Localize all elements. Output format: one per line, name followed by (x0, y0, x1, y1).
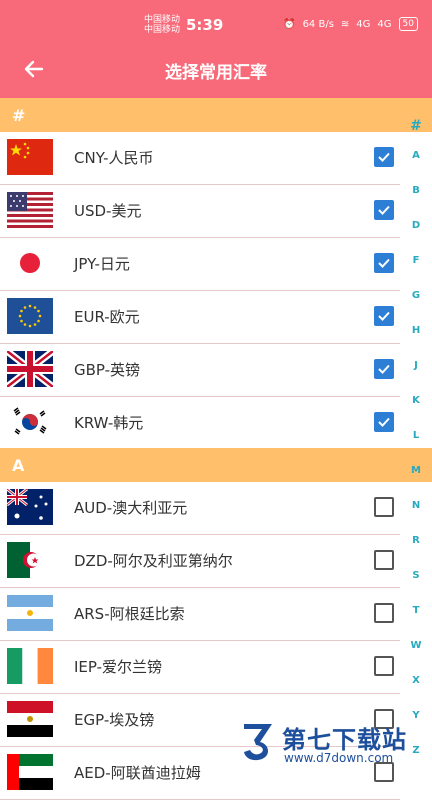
watermark-logo-icon (240, 720, 276, 764)
checkbox[interactable] (374, 359, 394, 379)
index-letter[interactable]: R (400, 523, 432, 558)
status-icons: ⏰ 64 B/s ≋ 4G 4G 50 (283, 17, 418, 31)
app-header: 选择常用汇率 (0, 40, 432, 98)
currency-row-aud[interactable]: AUD-澳大利亚元 (0, 482, 400, 535)
currency-row-gbp[interactable]: GBP-英镑 (0, 344, 400, 397)
currency-label: EGP-埃及镑 (74, 711, 155, 729)
index-letter[interactable]: N (400, 488, 432, 523)
currency-label: AED-阿联酋迪拉姆 (74, 764, 201, 782)
korea-flag-icon (7, 404, 53, 440)
currency-row-dzd[interactable]: DZD-阿尔及利亚第纳尔 (0, 535, 400, 588)
index-letter[interactable]: S (400, 558, 432, 593)
currency-label: JPY-日元 (74, 255, 130, 273)
argentina-flag-icon (7, 595, 53, 631)
japan-flag-icon (7, 245, 53, 281)
checkbox[interactable] (374, 497, 394, 517)
checkbox[interactable] (374, 603, 394, 623)
currency-row-cny[interactable]: CNY-人民币 (0, 132, 400, 185)
index-letter[interactable]: J (400, 348, 432, 383)
uae-flag-icon (7, 754, 53, 790)
battery-icon: 50 (398, 17, 418, 31)
usa-flag-icon (7, 192, 53, 228)
watermark-url: www.d7down.com (284, 751, 394, 765)
net-speed: 64 B/s (302, 18, 334, 30)
checkbox[interactable] (374, 412, 394, 432)
currency-label: IEP-爱尔兰镑 (74, 658, 163, 676)
section-header-hash: # (0, 98, 432, 132)
currency-label: EUR-欧元 (74, 308, 140, 326)
status-bar: 中国移动 中国移动 5:39 ⏰ 64 B/s ≋ 4G 4G 50 (0, 0, 432, 40)
index-letter[interactable]: F (400, 243, 432, 278)
currency-row-usd[interactable]: USD-美元 (0, 185, 400, 238)
index-letter[interactable]: H (400, 313, 432, 348)
carrier-1: 中国移动 (144, 15, 181, 25)
checkbox[interactable] (374, 147, 394, 167)
china-flag-icon (7, 139, 53, 175)
checkbox[interactable] (374, 550, 394, 570)
currency-label: USD-美元 (74, 202, 142, 220)
index-letter[interactable]: L (400, 418, 432, 453)
uk-flag-icon (7, 351, 53, 387)
carrier-2: 中国移动 (144, 25, 181, 35)
currency-label: CNY-人民币 (74, 149, 154, 167)
currency-row-ars[interactable]: ARS-阿根廷比索 (0, 588, 400, 641)
currency-label: AUD-澳大利亚元 (74, 499, 188, 517)
currency-label: GBP-英镑 (74, 361, 141, 379)
alphabet-index[interactable]: # A B D F G H J K L M N R S T W X Y Z (400, 114, 432, 768)
page-title: 选择常用汇率 (165, 63, 267, 83)
currency-row-krw[interactable]: KRW-韩元 (0, 397, 400, 450)
algeria-flag-icon (7, 542, 53, 578)
checkbox[interactable] (374, 253, 394, 273)
carrier-info: 中国移动 中国移动 (144, 15, 180, 35)
currency-row-eur[interactable]: EUR-欧元 (0, 291, 400, 344)
wifi-icon: ≋ (340, 18, 350, 30)
signal-1: 4G (356, 18, 371, 30)
clock: 5:39 (186, 16, 224, 34)
ireland-flag-icon (7, 648, 53, 684)
index-letter[interactable]: D (400, 208, 432, 243)
signal-2: 4G (377, 18, 392, 30)
eu-flag-icon (7, 298, 53, 334)
index-letter[interactable]: B (400, 173, 432, 208)
currency-label: KRW-韩元 (74, 414, 144, 432)
currency-row-jpy[interactable]: JPY-日元 (0, 238, 400, 291)
egypt-flag-icon (7, 701, 53, 737)
currency-label: DZD-阿尔及利亚第纳尔 (74, 552, 233, 570)
australia-flag-icon (7, 489, 53, 525)
watermark: 第七下载站 www.d7down.com (236, 716, 432, 768)
index-letter[interactable]: # (400, 114, 432, 138)
index-letter[interactable]: T (400, 593, 432, 628)
index-letter[interactable]: M (400, 453, 432, 488)
watermark-name: 第七下载站 (282, 726, 407, 754)
index-letter[interactable]: X (400, 663, 432, 698)
checkbox[interactable] (374, 306, 394, 326)
index-letter[interactable]: G (400, 278, 432, 313)
checkbox[interactable] (374, 200, 394, 220)
currency-label: ARS-阿根廷比索 (74, 605, 185, 623)
checkbox[interactable] (374, 656, 394, 676)
section-letter: A (12, 456, 25, 475)
index-letter[interactable]: A (400, 138, 432, 173)
currency-row-iep[interactable]: IEP-爱尔兰镑 (0, 641, 400, 694)
index-letter[interactable]: K (400, 383, 432, 418)
section-letter: # (12, 106, 26, 125)
section-header-a: A (0, 448, 432, 482)
alarm-icon: ⏰ (283, 18, 296, 30)
index-letter[interactable]: W (400, 628, 432, 663)
